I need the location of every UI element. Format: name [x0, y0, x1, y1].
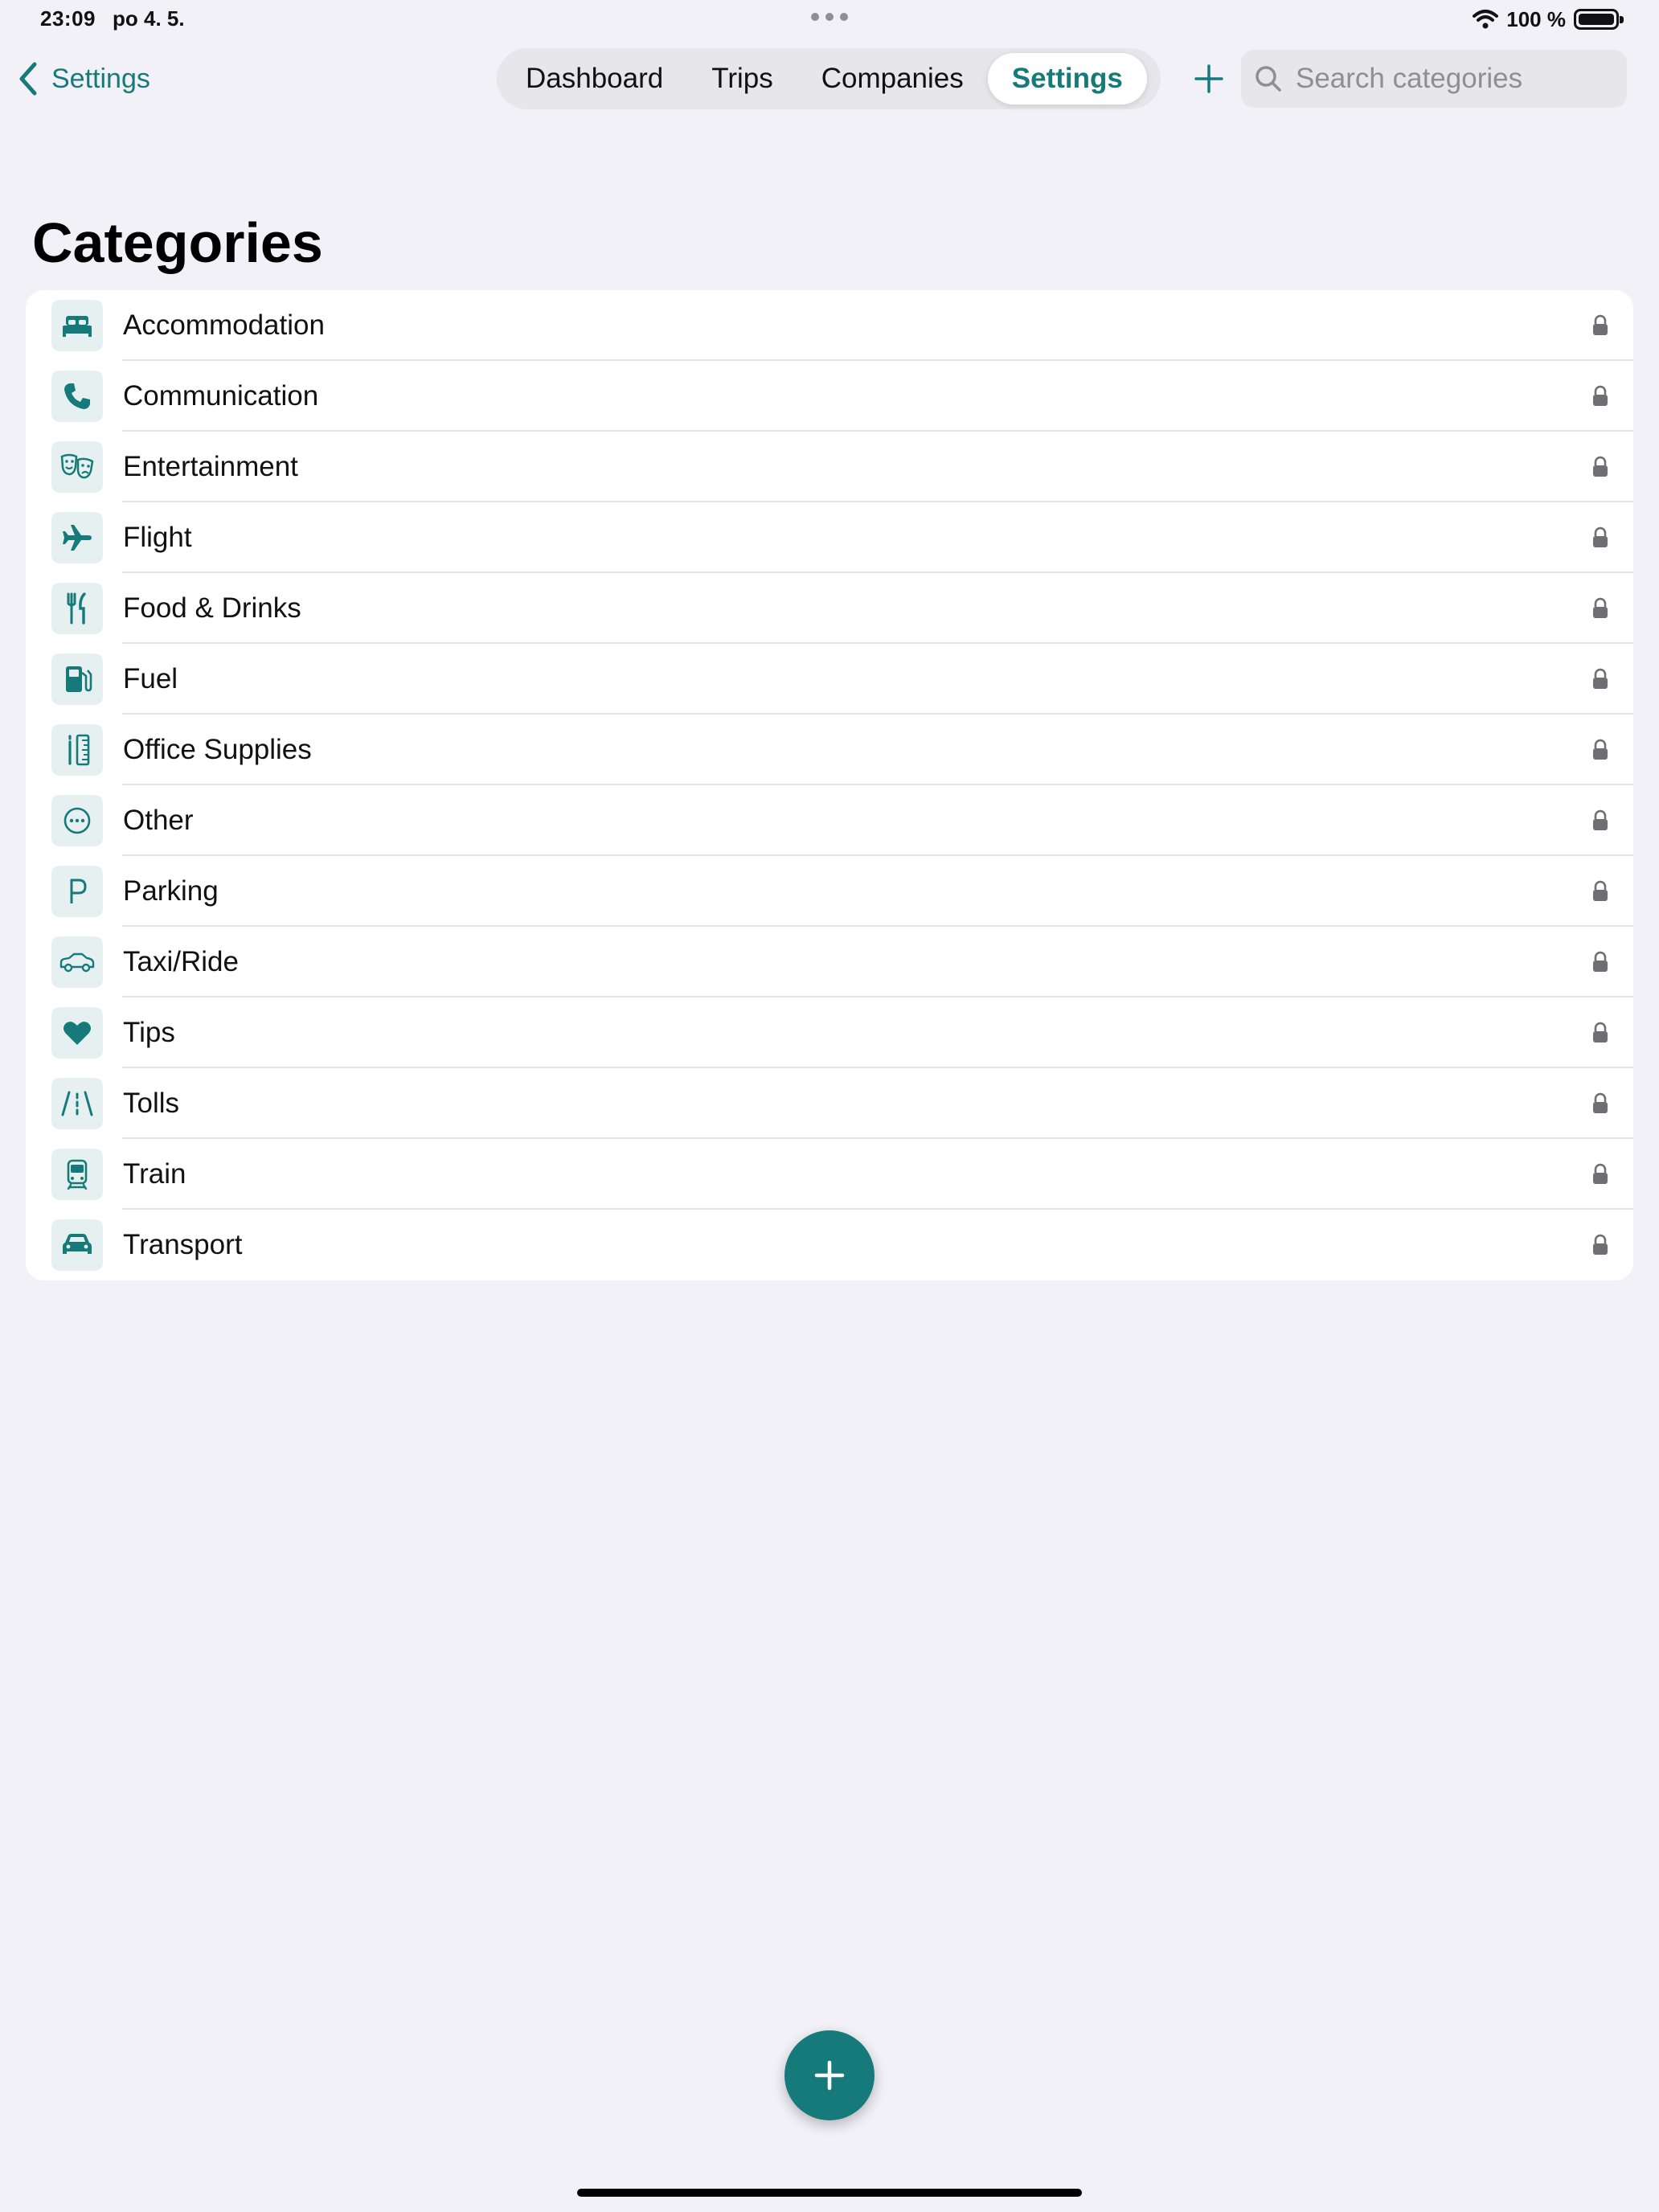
fork-knife-icon [67, 592, 86, 625]
pencil-ruler-icon [68, 734, 90, 766]
search-field[interactable] [1241, 50, 1627, 108]
category-label: Flight [123, 522, 192, 553]
status-indicators: 100 % [1473, 5, 1624, 34]
category-row-office-supplies[interactable]: Office Supplies [26, 715, 1633, 785]
lock-icon [1593, 739, 1608, 760]
lock-icon [1593, 314, 1608, 335]
category-row-tips[interactable]: Tips [26, 997, 1633, 1068]
lock-icon [1593, 385, 1608, 406]
fuel-pump-icon [66, 666, 92, 692]
category-row-communication[interactable]: Communication [26, 361, 1633, 432]
tab-settings[interactable]: Settings [987, 53, 1147, 104]
back-button[interactable]: Settings [18, 56, 150, 101]
multitasking-dots-icon[interactable] [810, 12, 849, 22]
lock-icon [1593, 668, 1608, 689]
home-indicator[interactable] [577, 2189, 1082, 2197]
wifi-icon [1473, 10, 1499, 29]
lock-icon [1593, 1163, 1608, 1184]
category-label: Tips [123, 1017, 175, 1048]
category-label: Fuel [123, 663, 178, 694]
status-bar: 23:09 po 4. 5. 100 % [0, 0, 1659, 39]
category-label: Entertainment [123, 451, 298, 482]
tab-trips[interactable]: Trips [687, 53, 797, 104]
lock-icon [1593, 809, 1608, 830]
road-icon [61, 1091, 93, 1116]
airplane-icon [63, 525, 92, 551]
lock-icon [1593, 526, 1608, 547]
back-label: Settings [51, 63, 150, 94]
phone-icon [64, 383, 90, 409]
lock-icon [1593, 456, 1608, 477]
parking-icon [70, 879, 87, 903]
car-side-icon [59, 952, 95, 973]
plus-icon [814, 2060, 845, 2091]
tab-companies[interactable]: Companies [797, 53, 988, 104]
category-label: Other [123, 805, 194, 836]
lock-icon [1593, 1234, 1608, 1255]
tram-icon [67, 1159, 88, 1190]
lock-icon [1593, 880, 1608, 901]
category-row-taxi-ride[interactable]: Taxi/Ride [26, 927, 1633, 997]
category-label: Communication [123, 380, 319, 412]
theater-masks-icon [60, 453, 94, 479]
category-row-train[interactable]: Train [26, 1139, 1633, 1210]
lock-icon [1593, 951, 1608, 972]
page-title: Categories [32, 211, 323, 274]
tab-bar: Dashboard Trips Companies Settings [497, 48, 1161, 109]
category-row-entertainment[interactable]: Entertainment [26, 432, 1633, 502]
category-label: Accommodation [123, 309, 325, 341]
category-list: Accommodation Communication Entertainmen… [26, 290, 1633, 1280]
category-row-accommodation[interactable]: Accommodation [26, 290, 1633, 361]
heart-icon [63, 1022, 91, 1045]
car-icon [63, 1234, 92, 1254]
category-label: Transport [123, 1229, 243, 1260]
category-label: Food & Drinks [123, 592, 301, 624]
category-row-flight[interactable]: Flight [26, 502, 1633, 573]
category-label: Tolls [123, 1088, 180, 1119]
search-icon [1256, 66, 1281, 92]
battery-icon [1574, 9, 1624, 30]
status-date: po 4. 5. [113, 6, 185, 31]
status-time: 23:09 [40, 6, 96, 31]
ellipsis-circle-icon [63, 807, 91, 834]
lock-icon [1593, 1092, 1608, 1113]
add-category-button[interactable] [784, 2030, 875, 2120]
chevron-left-icon [19, 62, 37, 96]
bed-icon [63, 316, 92, 337]
category-row-transport[interactable]: Transport [26, 1210, 1633, 1280]
lock-icon [1593, 1022, 1608, 1043]
lock-icon [1593, 597, 1608, 618]
category-row-parking[interactable]: Parking [26, 856, 1633, 927]
battery-percent: 100 % [1506, 6, 1566, 31]
category-label: Taxi/Ride [123, 946, 239, 977]
category-label: Office Supplies [123, 734, 312, 765]
category-row-food-drinks[interactable]: Food & Drinks [26, 573, 1633, 644]
category-label: Parking [123, 875, 219, 907]
search-input[interactable] [1296, 63, 1617, 95]
add-icon[interactable] [1190, 55, 1228, 103]
category-row-other[interactable]: Other [26, 785, 1633, 856]
category-label: Train [123, 1158, 186, 1190]
tab-dashboard[interactable]: Dashboard [502, 53, 687, 104]
category-row-tolls[interactable]: Tolls [26, 1068, 1633, 1139]
category-row-fuel[interactable]: Fuel [26, 644, 1633, 715]
